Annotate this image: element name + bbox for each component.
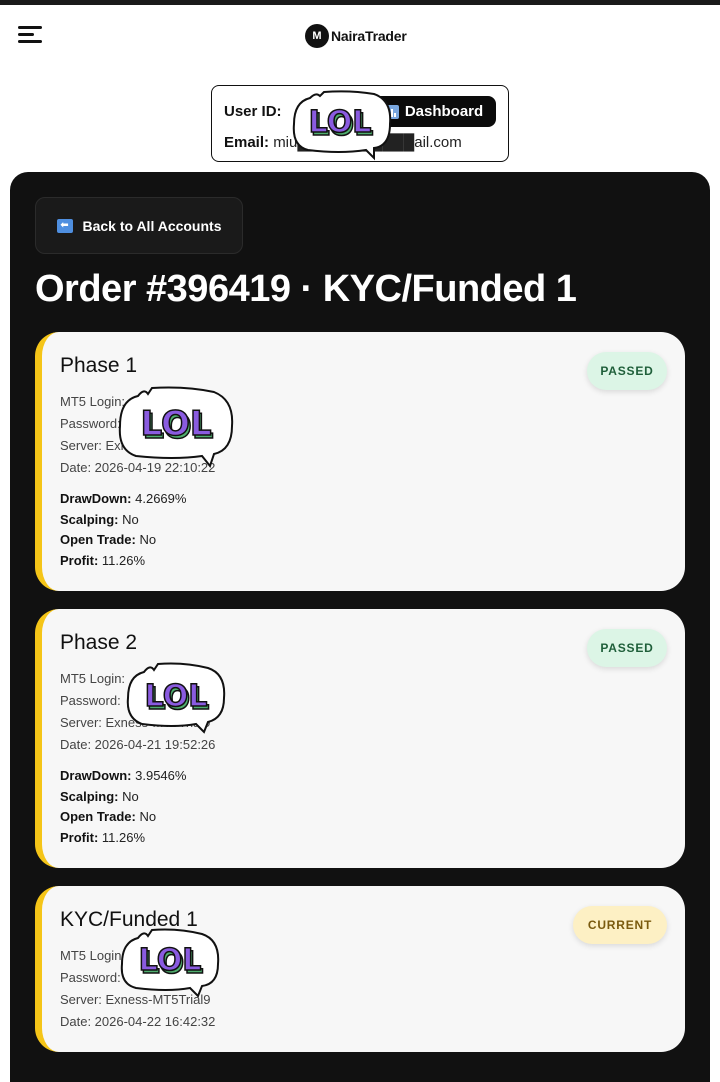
order-title: Order #396419 · KYC/Funded 1: [35, 268, 577, 310]
account-panel: ⬅ Back to All Accounts Order #396419 · K…: [10, 172, 710, 1082]
password: Password:: [60, 416, 121, 431]
drawdown-value: 4.2669%: [135, 491, 187, 506]
lol-sticker-icon: LOL LOL: [118, 386, 234, 469]
brand[interactable]: M NairaTrader: [305, 24, 407, 48]
mt5-login: MT5 Login:: [60, 948, 126, 963]
phase-card: Phase 2 PASSED MT5 Login: Password: Serv…: [35, 609, 685, 868]
open-trade-stat: Open Trade: No: [60, 532, 156, 547]
brand-logo-icon: M: [305, 24, 329, 48]
scalping-label: Scalping:: [60, 512, 119, 527]
profit-value: 11.26%: [101, 830, 146, 845]
back-label: Back to All Accounts: [82, 217, 222, 234]
scalping-stat: Scalping: No: [60, 789, 139, 804]
scalping-value: No: [122, 512, 139, 527]
profit-stat: Profit: 11.26%: [60, 830, 145, 845]
menu-icon[interactable]: [18, 26, 44, 44]
open-trade-label: Open Trade:: [60, 532, 136, 547]
open-trade-value: No: [139, 809, 157, 824]
open-trade-value: No: [139, 532, 157, 547]
lol-sticker-icon: LOL LOL: [292, 90, 392, 161]
sticker-text: LOL: [139, 943, 202, 978]
drawdown-label: DrawDown:: [60, 768, 132, 783]
date: Date: 2026-04-21 19:52:26: [60, 737, 216, 752]
top-bar: [0, 0, 720, 5]
phase-title: Phase 1: [60, 354, 138, 377]
date: Date: 2026-04-22 16:42:32: [60, 1014, 216, 1029]
status-badge: PASSED: [587, 629, 667, 667]
drawdown-stat: DrawDown: 4.2669%: [60, 491, 186, 506]
sticker-text: LOL: [145, 679, 208, 714]
open-trade-label: Open Trade:: [60, 809, 136, 824]
profit-stat: Profit: 11.26%: [60, 553, 145, 568]
drawdown-value: 3.9546%: [135, 768, 187, 783]
sticker-text: LOL: [309, 105, 372, 140]
mt5-login: MT5 Login:: [60, 671, 126, 686]
user-id-label: User ID:: [224, 103, 282, 120]
dashboard-label: Dashboard: [404, 103, 484, 120]
scalping-value: No: [122, 789, 139, 804]
password: Password:: [60, 970, 121, 985]
sticker-text: LOL: [140, 404, 211, 444]
back-button[interactable]: ⬅ Back to All Accounts: [35, 197, 243, 254]
lol-sticker-icon: LOL LOL: [120, 928, 220, 998]
drawdown-label: DrawDown:: [60, 491, 132, 506]
profit-label: Profit:: [60, 553, 99, 568]
status-badge: PASSED: [587, 352, 667, 390]
lol-sticker-icon: LOL LOL: [126, 662, 226, 734]
open-trade-stat: Open Trade: No: [60, 809, 156, 824]
brand-name: NairaTrader: [331, 28, 407, 44]
scalping-label: Scalping:: [60, 789, 119, 804]
user-id-row: User ID:: [224, 103, 282, 120]
scalping-stat: Scalping: No: [60, 512, 139, 527]
phase-title: Phase 2: [60, 631, 138, 654]
profit-value: 11.26%: [101, 553, 146, 568]
back-arrow-icon: ⬅: [56, 218, 73, 233]
email-label: Email:: [224, 134, 270, 151]
drawdown-stat: DrawDown: 3.9546%: [60, 768, 186, 783]
profit-label: Profit:: [60, 830, 99, 845]
password: Password:: [60, 693, 121, 708]
status-badge: CURRENT: [573, 906, 667, 944]
